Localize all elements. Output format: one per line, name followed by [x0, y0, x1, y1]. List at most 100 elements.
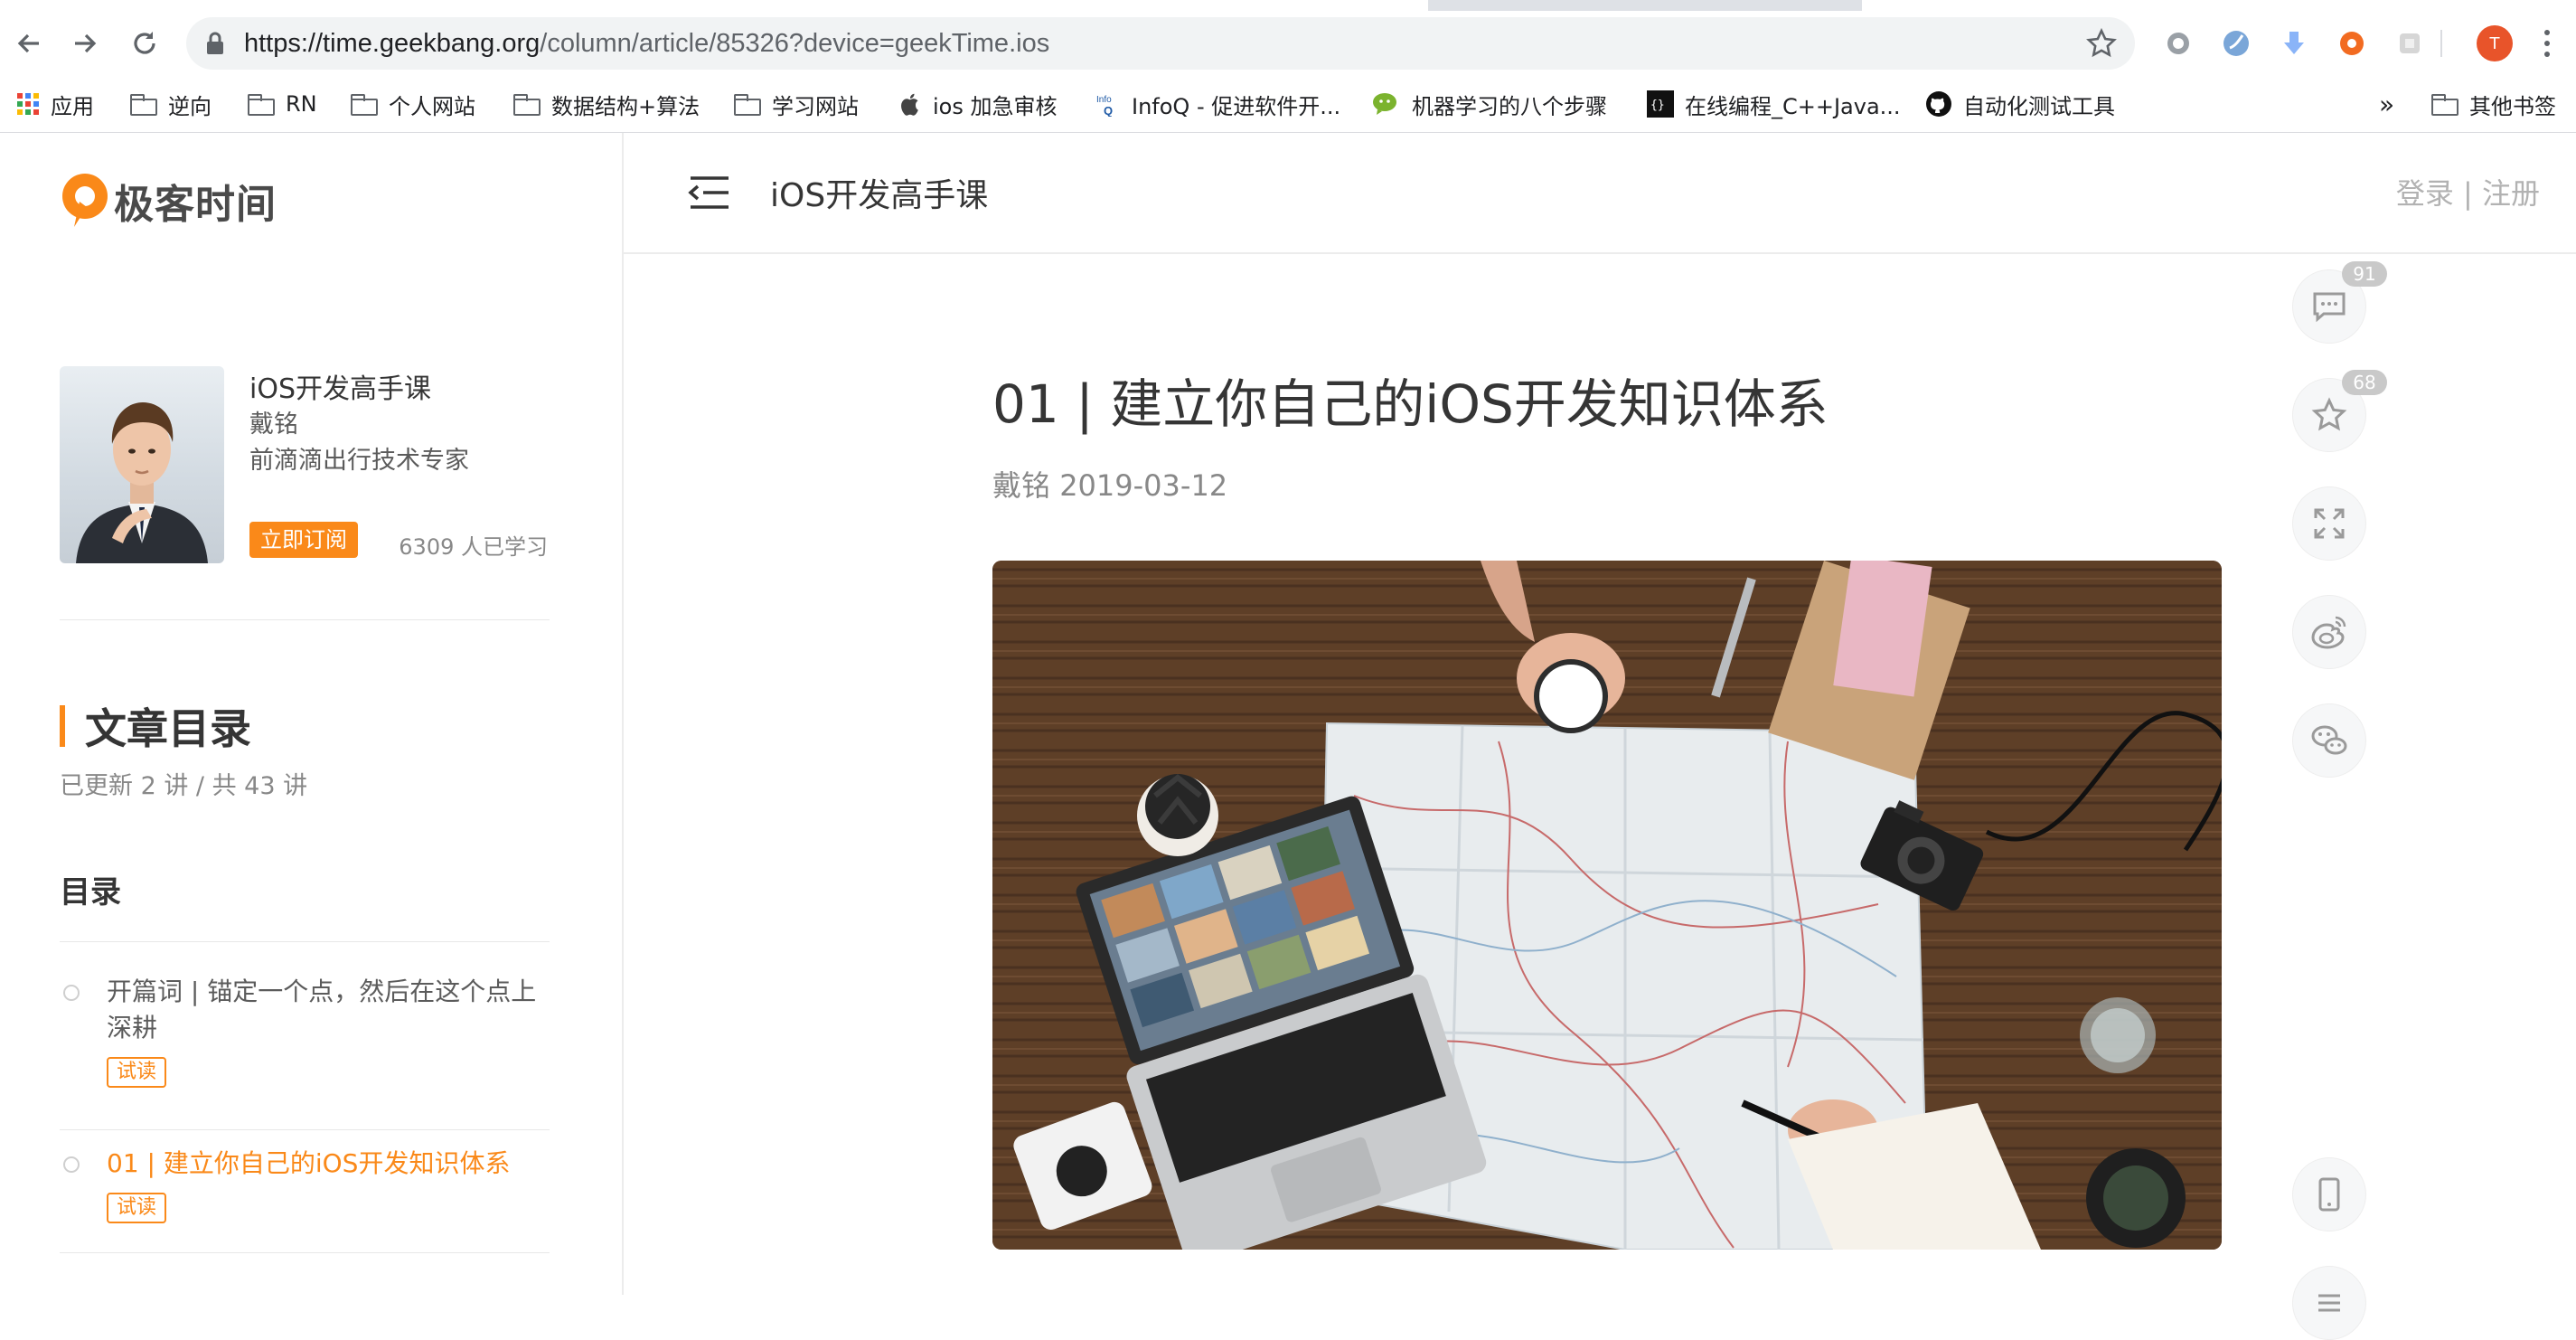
page-header: iOS开发高手课 登录 | 注册 — [624, 133, 2576, 254]
bookmarks-bar: 应用 逆向 RN 个人网站 数据结构+算法 学习网站 ios 加急审核 Info… — [0, 76, 2576, 133]
header-course-title: iOS开发高手课 — [770, 177, 989, 214]
bookmark-label: 在线编程_C++Java... — [1685, 93, 1901, 119]
author-photo — [60, 366, 224, 563]
bookmark-label: 个人网站 — [389, 93, 475, 119]
active-tab[interactable] — [0, 0, 1428, 11]
subscribe-button[interactable]: 立即订阅 — [249, 522, 358, 558]
learner-count: 6309 人已学习 — [399, 534, 548, 560]
course-name: iOS开发高手课 — [249, 373, 431, 405]
extension-orange-icon[interactable] — [2334, 25, 2370, 61]
favorites-count-badge: 68 — [2342, 370, 2387, 395]
lock-icon — [207, 32, 223, 54]
folder-icon — [2431, 94, 2458, 116]
bookmark-online-coding[interactable]: {} 在线编程_C++Java... — [1647, 76, 1901, 132]
geektime-logo-icon — [62, 174, 108, 227]
forward-button[interactable] — [60, 18, 110, 69]
comments-button[interactable]: 91 — [2292, 261, 2387, 344]
article-cover-image — [992, 561, 2222, 1250]
bookmark-label: 学习网站 — [772, 93, 859, 119]
extension-download-icon[interactable] — [2276, 25, 2312, 61]
toc-heading-text: 文章目录 — [85, 704, 251, 753]
divider — [60, 1252, 550, 1253]
menu-lines-icon — [2318, 1294, 2340, 1312]
scroll-more-button[interactable] — [2292, 1266, 2366, 1340]
folder-icon — [734, 94, 761, 116]
sidebar: 极客时间 iOS开发高手课 戴铭 前滴滴出行技术专家 立即订阅 6309 人已学… — [0, 133, 624, 1295]
folder-icon — [130, 94, 157, 116]
folder-icon — [513, 94, 541, 116]
extension-globe-icon[interactable] — [2218, 25, 2254, 61]
course-card: iOS开发高手课 戴铭 前滴滴出行技术专家 立即订阅 6309 人已学习 — [60, 366, 548, 563]
svg-text:{}: {} — [1650, 99, 1665, 112]
share-weibo-button[interactable] — [2292, 595, 2366, 669]
svg-text:Q: Q — [1104, 104, 1113, 117]
bookmark-folder-algorithms[interactable]: 数据结构+算法 — [513, 76, 700, 132]
folder-icon — [248, 94, 275, 116]
toc-subheading: 目录 — [60, 874, 121, 911]
toc-item-title[interactable]: 01 | 建立你自己的iOS开发知识体系 — [107, 1146, 550, 1182]
wechat-icon — [1373, 93, 1396, 115]
bookmark-folder-rn[interactable]: RN — [248, 76, 317, 132]
toc-progress: 已更新 2 讲 / 共 43 讲 — [60, 772, 308, 800]
bookmark-ios-review[interactable]: ios 加急审核 — [900, 76, 1057, 132]
trial-badge[interactable]: 试读 — [107, 1193, 167, 1223]
bookmark-ml-steps[interactable]: 机器学习的八个步骤 — [1372, 76, 1607, 132]
toc-status-dot-icon — [63, 985, 80, 1001]
toc-item-preface[interactable]: 开篇词 | 锚定一个点，然后在这个点上深耕 试读 — [60, 974, 550, 1100]
bookmark-other[interactable]: 其他书签 — [2431, 76, 2556, 132]
login-link[interactable]: 登录 — [2396, 176, 2454, 211]
article-date: 2019-03-12 — [1059, 468, 1228, 503]
mobile-view-button[interactable] — [2292, 1157, 2366, 1231]
back-button[interactable] — [4, 18, 54, 69]
article-title: 01 | 建立你自己的iOS开发知识体系 — [992, 373, 1829, 435]
fullscreen-button[interactable] — [2292, 486, 2366, 561]
bookmark-apps[interactable]: 应用 — [16, 76, 94, 132]
bookmark-infoq[interactable]: Info Q InfoQ - 促进软件开... — [1095, 76, 1340, 132]
divider — [60, 941, 550, 942]
bookmark-star-icon[interactable] — [2086, 28, 2117, 59]
bookmark-folder-reverse[interactable]: 逆向 — [130, 76, 212, 132]
bookmarks-overflow-button[interactable]: » — [2379, 76, 2394, 132]
favorite-button[interactable]: 68 — [2292, 370, 2387, 452]
author-title: 前滴滴出行技术专家 — [249, 447, 469, 475]
article-author: 戴铭 — [992, 468, 1051, 503]
bookmark-label: ios 加急审核 — [933, 93, 1058, 119]
bookmark-folder-personal-site[interactable]: 个人网站 — [351, 76, 475, 132]
back-arrow-icon — [17, 33, 39, 53]
bookmark-automation-tools[interactable]: 自动化测试工具 — [1925, 76, 2115, 132]
apple-icon — [901, 93, 918, 116]
bookmark-label: 数据结构+算法 — [551, 93, 700, 119]
bookmark-label: 逆向 — [168, 93, 212, 119]
comments-count-badge: 91 — [2342, 261, 2387, 287]
extension-circle-icon[interactable] — [2160, 25, 2196, 61]
tab-strip — [0, 0, 2576, 11]
address-bar[interactable]: https://time.geekbang.org/column/article… — [186, 17, 2135, 70]
article-meta: 戴铭 2019-03-12 — [992, 463, 1227, 505]
browser-tab[interactable] — [1862, 0, 2576, 11]
forward-arrow-icon — [75, 33, 97, 53]
comment-icon — [2313, 292, 2346, 323]
site-logo[interactable]: 极客时间 — [60, 171, 277, 231]
expand-icon — [2314, 508, 2345, 539]
share-wechat-button[interactable] — [2292, 703, 2366, 778]
collapse-menu-icon[interactable] — [687, 173, 732, 212]
trial-badge[interactable]: 试读 — [107, 1057, 167, 1088]
toc-item-01[interactable]: 01 | 建立你自己的iOS开发知识体系 试读 — [60, 1146, 550, 1245]
register-link[interactable]: 注册 — [2482, 176, 2540, 211]
code-icon: {} — [1647, 90, 1674, 118]
bookmark-folder-learning[interactable]: 学习网站 — [734, 76, 859, 132]
browser-menu-icon[interactable] — [2536, 24, 2558, 63]
bookmark-label: 自动化测试工具 — [1963, 93, 2115, 119]
toolbar-divider — [2440, 30, 2442, 57]
profile-avatar[interactable]: T — [2477, 25, 2513, 61]
weibo-icon — [2311, 616, 2346, 649]
bookmark-label: 应用 — [51, 93, 94, 119]
extension-puzzle-icon[interactable] — [2392, 25, 2428, 61]
divider — [60, 619, 550, 620]
bookmark-label: 机器学习的八个步骤 — [1412, 93, 1607, 119]
bookmark-label: RN — [286, 91, 317, 117]
toc-item-title[interactable]: 开篇词 | 锚定一个点，然后在这个点上深耕 — [107, 974, 550, 1046]
reload-button[interactable] — [119, 18, 170, 69]
logo-text: 极客时间 — [114, 182, 277, 228]
phone-icon — [2318, 1177, 2340, 1212]
